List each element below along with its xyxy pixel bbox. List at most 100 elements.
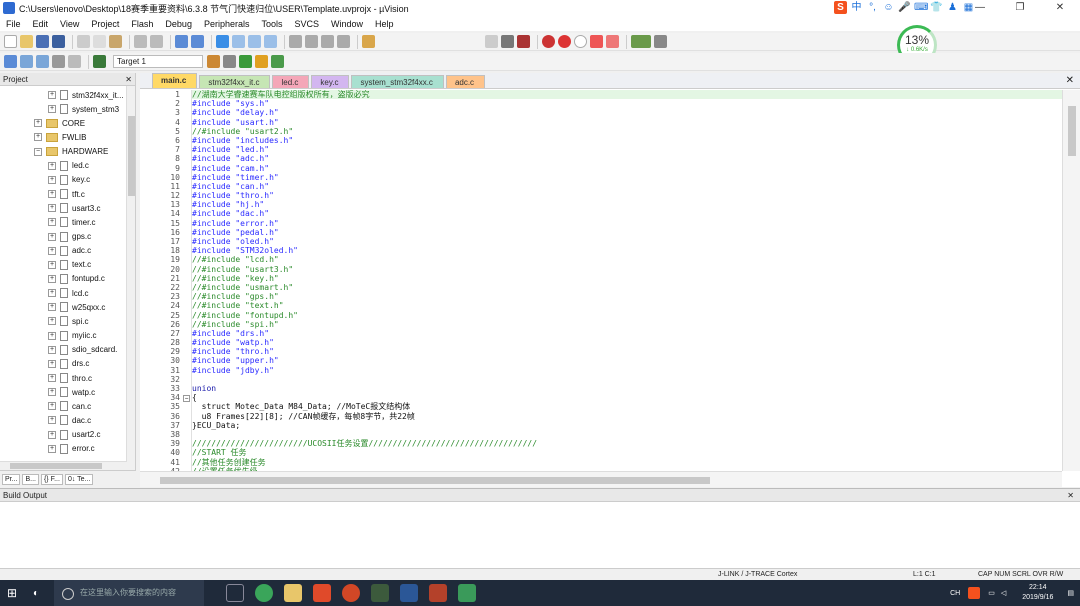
expand-icon[interactable]: + [48, 161, 56, 170]
breakpoint-icon[interactable] [558, 35, 571, 48]
clear-bookmarks-icon[interactable] [264, 35, 277, 48]
code-line[interactable]: //#include "lcd.h" [192, 255, 1062, 264]
code-line[interactable]: #include "STM32oled.h" [192, 246, 1062, 255]
menu-peripherals[interactable]: Peripherals [198, 19, 256, 29]
code-line[interactable]: #include "cam.h" [192, 164, 1062, 173]
restore-button[interactable]: ❐ [1000, 0, 1040, 16]
code-line[interactable]: #include "thro.h" [192, 347, 1062, 356]
task-view-icon[interactable] [226, 584, 244, 602]
code-line[interactable]: #include "dac.h" [192, 209, 1062, 218]
editor-tab-adc-c[interactable]: adc.c [445, 75, 486, 88]
tree-file[interactable]: + gps.c [48, 230, 91, 244]
expand-icon[interactable]: + [48, 218, 56, 227]
source-code[interactable]: //湖南大学睿速赛车队电控组版权所有，盗版必究 #include "sys.h" #… [192, 90, 1062, 471]
paste-icon[interactable] [109, 35, 122, 48]
code-line[interactable]: #include "adc.h" [192, 154, 1062, 163]
menu-svcs[interactable]: SVCS [289, 19, 326, 29]
stop-build-icon[interactable] [68, 55, 81, 68]
file-extensions-icon[interactable] [223, 55, 236, 68]
next-bookmark-icon[interactable] [248, 35, 261, 48]
batch-build-icon[interactable] [52, 55, 65, 68]
menu-flash[interactable]: Flash [125, 19, 159, 29]
code-line[interactable]: #include "upper.h" [192, 356, 1062, 365]
save-icon[interactable] [36, 35, 49, 48]
code-line[interactable]: #include "timer.h" [192, 173, 1062, 182]
save-all-icon[interactable] [52, 35, 65, 48]
ime-tool-icon[interactable]: °, [866, 1, 879, 14]
uvision-taskbar-icon[interactable] [458, 584, 476, 602]
code-line[interactable]: //其他任务创建任务 [192, 458, 1062, 467]
redo-icon[interactable] [150, 35, 163, 48]
breakpoint-disable-icon[interactable] [574, 35, 587, 48]
word-icon[interactable] [400, 584, 418, 602]
code-line[interactable]: struct Motec_Data M84_Data; //MoTeC报文结构体 [192, 402, 1062, 411]
prev-bookmark-icon[interactable] [232, 35, 245, 48]
editor-vertical-scrollbar[interactable] [1062, 90, 1080, 471]
expand-icon[interactable]: + [48, 246, 56, 255]
ime-tool-icon[interactable]: 👕 [930, 1, 943, 14]
ime-tool-icon[interactable]: ♟ [946, 1, 959, 14]
tree-file[interactable]: + spi.c [48, 314, 88, 328]
menu-edit[interactable]: Edit [27, 19, 55, 29]
expand-icon[interactable]: + [48, 175, 56, 184]
menu-view[interactable]: View [54, 19, 85, 29]
minimize-button[interactable]: — [960, 0, 1000, 16]
menu-debug[interactable]: Debug [159, 19, 198, 29]
find-combo-icon[interactable] [485, 35, 498, 48]
clock[interactable]: 22:14 2019/9/16 [1022, 583, 1053, 603]
select-pack-icon[interactable] [255, 55, 268, 68]
code-line[interactable]: //#include "key.h" [192, 274, 1062, 283]
powerpoint-icon[interactable] [342, 584, 360, 602]
expand-icon[interactable]: − [34, 147, 42, 156]
code-line[interactable]: #include "pedal.h" [192, 228, 1062, 237]
code-line[interactable]: #include "can.h" [192, 182, 1062, 191]
nav-forward-icon[interactable] [191, 35, 204, 48]
start-button[interactable]: ⊞ [0, 580, 24, 606]
tree-file[interactable]: + key.c [48, 173, 90, 187]
code-line[interactable]: #include "delay.h" [192, 108, 1062, 117]
code-line[interactable]: //#include "usmart.h" [192, 283, 1062, 292]
close-button[interactable]: ✕ [1040, 0, 1080, 16]
window-layout-icon[interactable] [631, 35, 651, 48]
ime-tool-icon[interactable]: 🎤 [898, 1, 911, 14]
network-icon[interactable]: ▭ [988, 589, 995, 597]
code-line[interactable]: #include "oled.h" [192, 237, 1062, 246]
tree-file[interactable]: + tft.c [48, 187, 85, 201]
tree-file[interactable]: + sdio_sdcard. [48, 343, 117, 357]
open-folder-icon[interactable] [20, 35, 33, 48]
sogou-tray-icon[interactable] [968, 587, 981, 599]
expand-icon[interactable]: + [48, 91, 56, 99]
tree-folder[interactable]: + FWLIB [34, 130, 86, 144]
expand-icon[interactable]: + [48, 388, 56, 397]
rebuild-icon[interactable] [36, 55, 49, 68]
expand-icon[interactable]: + [48, 289, 56, 298]
taskbar-search[interactable]: 在这里输入你要搜索的内容 [54, 580, 204, 606]
menu-project[interactable]: Project [85, 19, 125, 29]
close-icon[interactable]: ✕ [125, 73, 132, 86]
breakpoint-clear-icon[interactable] [606, 35, 619, 48]
scroll-thumb[interactable] [128, 116, 135, 196]
comment-icon[interactable] [321, 35, 334, 48]
code-line[interactable]: ////////////////////////UCOSII任务设置//////… [192, 439, 1062, 448]
tree-file[interactable]: + text.c [48, 258, 91, 272]
code-line[interactable]: //#include "usart2.h" [192, 127, 1062, 136]
code-line[interactable] [192, 375, 1062, 384]
tree-file[interactable]: + lcd.c [48, 286, 88, 300]
code-line[interactable]: #include "hj.h" [192, 200, 1062, 209]
tree-file[interactable]: + can.c [48, 399, 91, 413]
find-icon[interactable] [501, 35, 514, 48]
tree-file[interactable]: + led.c [48, 159, 89, 173]
code-line[interactable]: #include "jdby.h" [192, 366, 1062, 375]
tree-file[interactable]: + watp.c [48, 385, 95, 399]
tab-books[interactable]: B... [22, 473, 39, 485]
code-line[interactable]: #include "thro.h" [192, 191, 1062, 200]
close-icon[interactable]: ✕ [1067, 489, 1074, 502]
file-explorer-icon[interactable] [284, 584, 302, 602]
code-line[interactable]: //湖南大学睿速赛车队电控组版权所有，盗版必究 [192, 90, 1062, 100]
code-line[interactable]: //#include "text.h" [192, 301, 1062, 310]
input-language[interactable]: CH [950, 590, 960, 597]
code-line[interactable]: //#include "spi.h" [192, 320, 1062, 329]
expand-icon[interactable]: + [34, 133, 42, 142]
manage-components-icon[interactable] [239, 55, 252, 68]
close-icon[interactable]: ✕ [1066, 75, 1074, 86]
